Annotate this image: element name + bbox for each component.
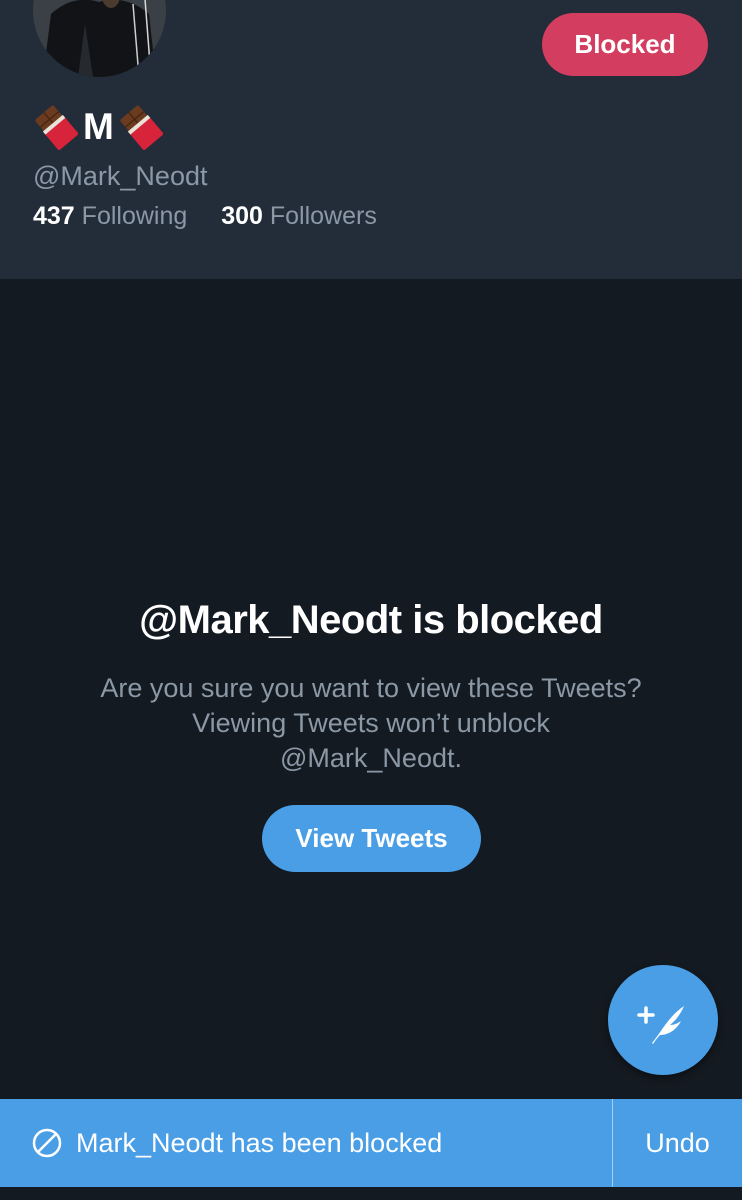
compose-feather-icon bbox=[637, 1006, 684, 1044]
profile-handle: @Mark_Neodt bbox=[33, 161, 208, 191]
blocked-message-line: Viewing Tweets won’t unblock bbox=[192, 708, 550, 738]
followers-count: 300 bbox=[221, 202, 263, 230]
blocked-message-line: Are you sure you want to view these Twee… bbox=[100, 673, 642, 703]
view-tweets-button[interactable]: View Tweets bbox=[262, 805, 481, 872]
following-count: 437 bbox=[33, 202, 75, 230]
blocked-button[interactable]: Blocked bbox=[542, 13, 708, 76]
display-name: M bbox=[33, 104, 164, 150]
blocked-message: Are you sure you want to view these Twee… bbox=[60, 671, 682, 776]
blocked-title: @Mark_Neodt is blocked bbox=[139, 598, 603, 642]
bottom-strip bbox=[0, 1187, 742, 1200]
followers-label: Followers bbox=[269, 202, 377, 230]
following-label: Following bbox=[81, 202, 188, 230]
blocked-message-line: @Mark_Neodt. bbox=[280, 743, 462, 773]
display-name-text: M bbox=[83, 106, 114, 147]
compose-tweet-button[interactable] bbox=[608, 965, 718, 1075]
snackbar-message: Mark_Neodt has been blocked bbox=[76, 1128, 443, 1158]
profile-header: Blocked M @Mark_Neodt 437 Following 300 … bbox=[0, 0, 742, 279]
chocolate-bar-icon bbox=[118, 104, 164, 150]
chocolate-bar-icon bbox=[33, 104, 79, 150]
undo-button[interactable]: Undo bbox=[613, 1099, 742, 1187]
block-icon bbox=[32, 1128, 62, 1158]
profile-stats: 437 Following 300 Followers bbox=[33, 200, 377, 232]
snackbar: Mark_Neodt has been blocked Undo bbox=[0, 1099, 742, 1187]
avatar[interactable] bbox=[33, 0, 166, 77]
followers-stat[interactable]: 300 Followers bbox=[221, 202, 377, 230]
following-stat[interactable]: 437 Following bbox=[33, 202, 194, 230]
